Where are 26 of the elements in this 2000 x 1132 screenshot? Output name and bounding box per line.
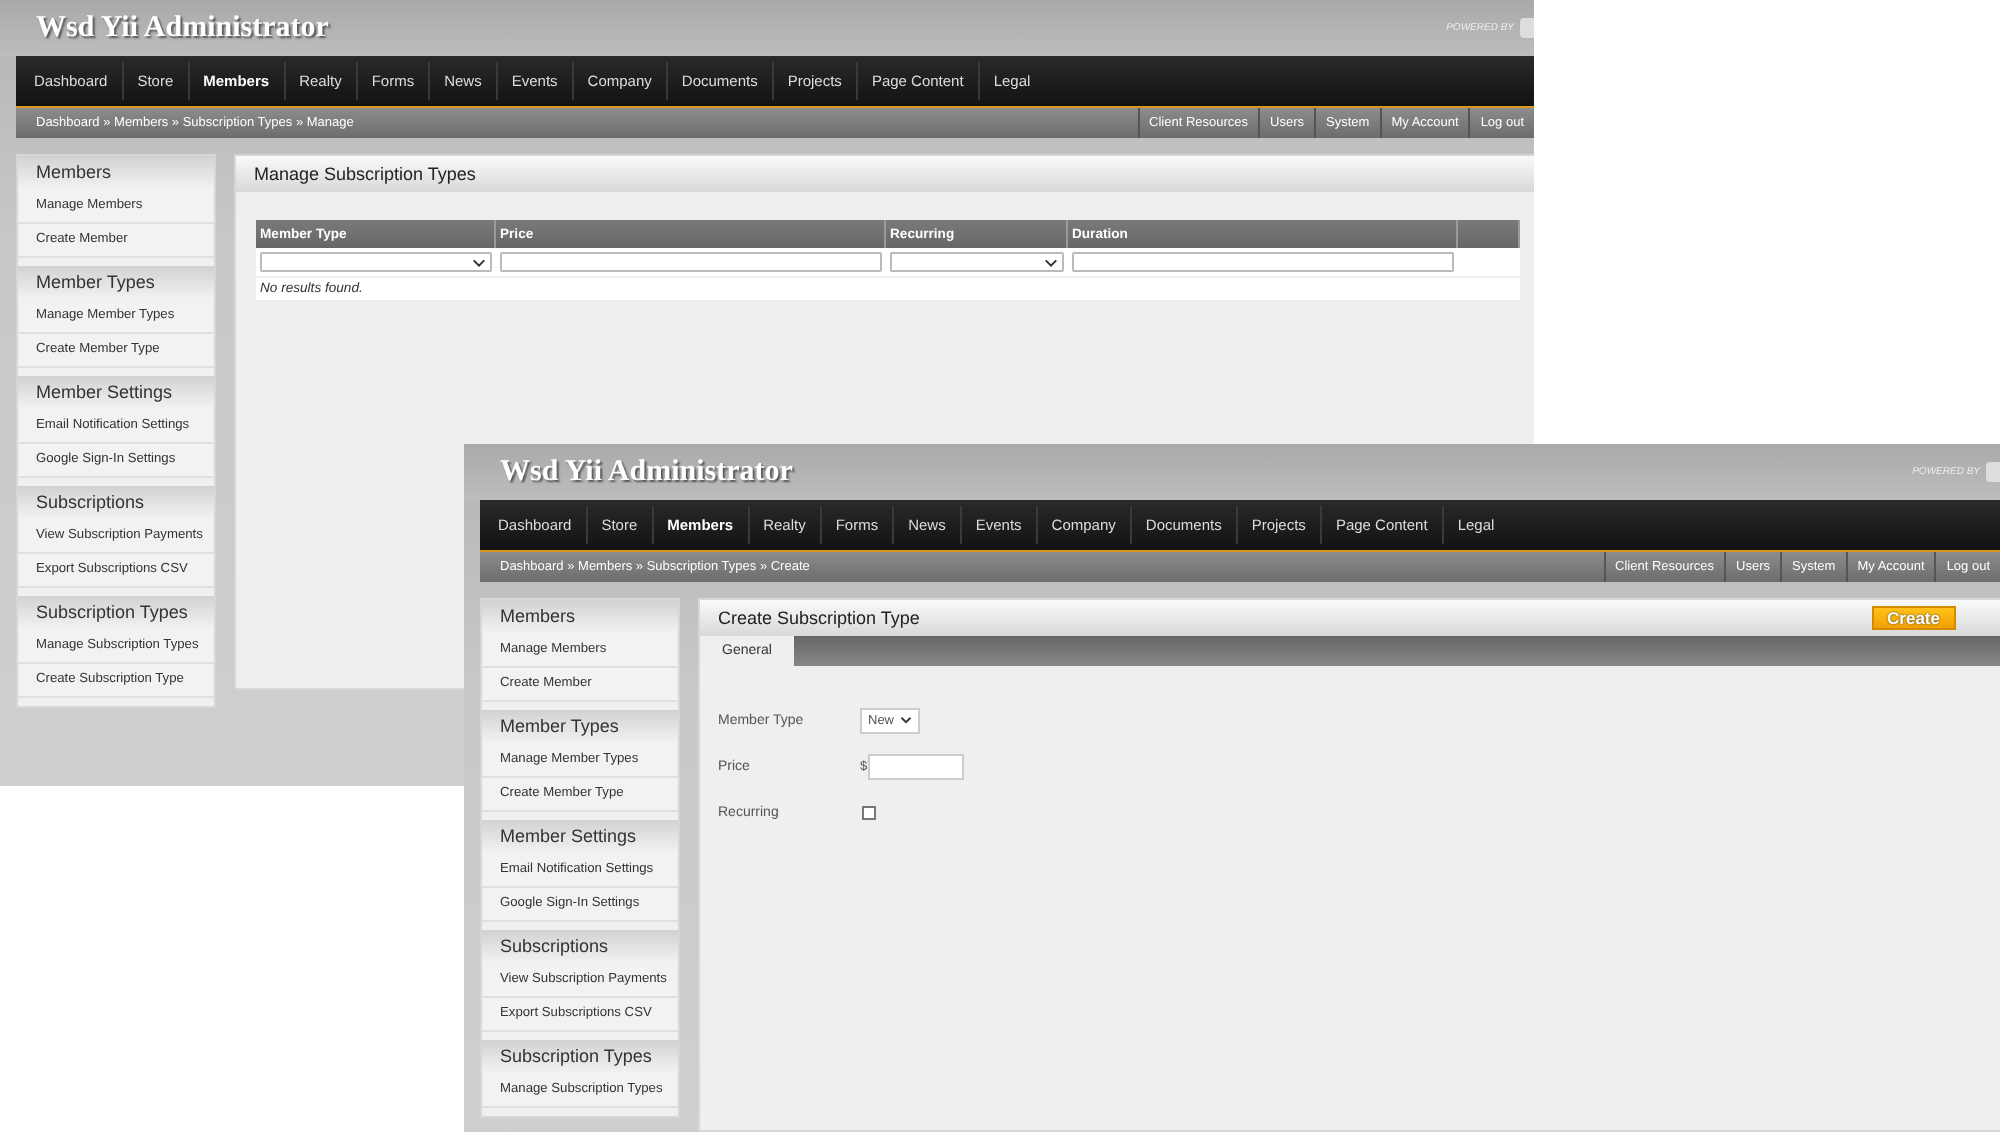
filter-dropdown[interactable] [260,252,491,272]
filter-dropdown[interactable] [889,252,1063,272]
sidebar-heading: Subscriptions [18,486,214,520]
sidebar-heading: Member Types [18,266,214,300]
sidebar-heading: Subscriptions [482,930,678,964]
chevron-down-icon [900,716,913,724]
sidebar-heading: Subscription Types [482,1040,678,1074]
panel-title: Create Subscription Type [718,608,920,628]
app-title: Wsd Yii Administrator [500,455,793,489]
filter-field[interactable] [1071,252,1453,272]
price-field[interactable] [867,753,964,779]
panel-title: Manage Subscription Types [254,164,476,184]
checkbox[interactable] [862,805,876,819]
sidebar-heading: Members [18,156,214,190]
logo-icon [1986,462,2000,482]
sidebar-heading: Member Types [482,710,678,744]
chevron-down-icon [1043,258,1057,268]
column-header [1457,220,1519,248]
sidebar-heading: Member Settings [482,820,678,854]
logo-icon [1520,18,1534,38]
sidebar-heading: Member Settings [18,376,214,410]
sidebar-heading: Members [482,600,678,634]
app-title: Wsd Yii Administrator [36,11,329,45]
filter-field[interactable] [499,252,881,272]
sidebar-heading: Subscription Types [18,596,214,630]
chevron-down-icon [471,258,485,268]
